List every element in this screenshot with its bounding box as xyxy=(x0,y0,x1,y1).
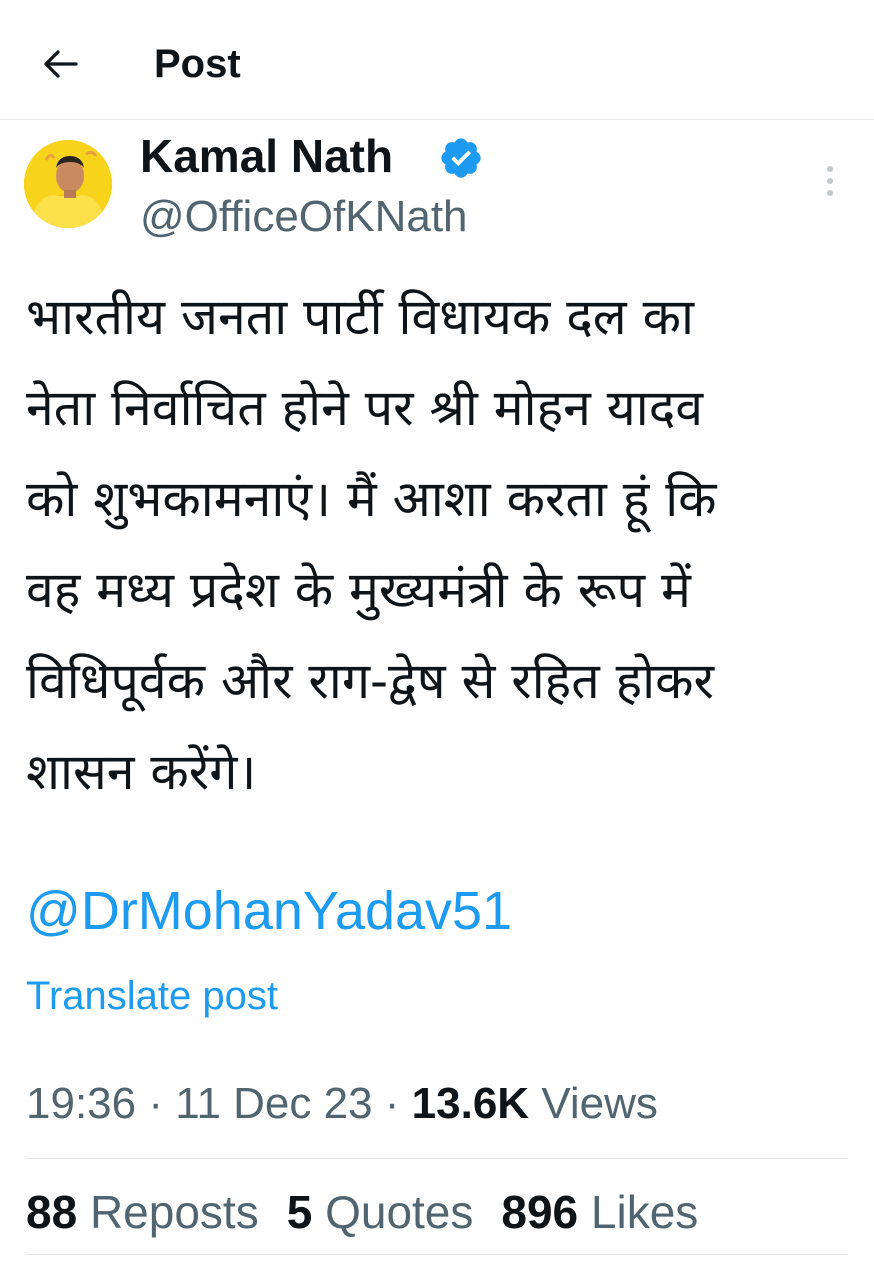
post-time: 19:36 xyxy=(26,1079,137,1128)
more-vertical-icon xyxy=(827,166,833,172)
reposts-label: Reposts xyxy=(89,1186,259,1238)
divider xyxy=(26,1254,848,1255)
meta-separator: · xyxy=(148,1079,163,1128)
divider xyxy=(26,1158,848,1159)
views-count: 13.6K xyxy=(411,1079,530,1128)
arrow-left-icon xyxy=(44,50,78,78)
likes-count: 896 xyxy=(501,1186,579,1238)
header-divider xyxy=(0,119,874,120)
avatar[interactable] xyxy=(24,140,112,228)
more-vertical-icon-dot xyxy=(827,190,833,196)
reposts-stat[interactable]: 88 Reposts xyxy=(26,1182,259,1242)
more-options-button[interactable] xyxy=(815,158,845,204)
post-meta: 19:36 · 11 Dec 23 · 13.6K Views xyxy=(26,1074,658,1134)
meta-separator: · xyxy=(384,1079,400,1128)
translate-post-button[interactable]: Translate post xyxy=(26,968,278,1024)
page-title: Post xyxy=(154,42,241,86)
post-date: 11 Dec 23 xyxy=(175,1079,373,1128)
views-label: Views xyxy=(541,1079,658,1128)
back-button[interactable] xyxy=(40,44,80,84)
quotes-stat[interactable]: 5 Quotes xyxy=(287,1182,474,1242)
likes-stat[interactable]: 896 Likes xyxy=(501,1182,698,1242)
more-vertical-icon-dot xyxy=(827,178,833,184)
author-handle[interactable]: @OfficeOfKNath xyxy=(140,190,468,244)
mention-link[interactable]: @DrMohanYadav51 xyxy=(26,876,512,946)
likes-label: Likes xyxy=(590,1186,699,1238)
quotes-count: 5 xyxy=(286,1186,313,1238)
quotes-label: Quotes xyxy=(325,1186,474,1238)
avatar-image xyxy=(24,140,112,228)
top-bar: Post xyxy=(0,0,874,120)
reposts-count: 88 xyxy=(26,1186,78,1238)
post-text: भारतीय जनता पार्टी विधायक दल का नेता निर… xyxy=(26,288,717,801)
verified-badge-icon xyxy=(441,138,481,178)
engagement-stats: 88 Reposts 5 Quotes 896 Likes xyxy=(26,1182,698,1242)
author-name[interactable]: Kamal Nath xyxy=(140,128,393,184)
